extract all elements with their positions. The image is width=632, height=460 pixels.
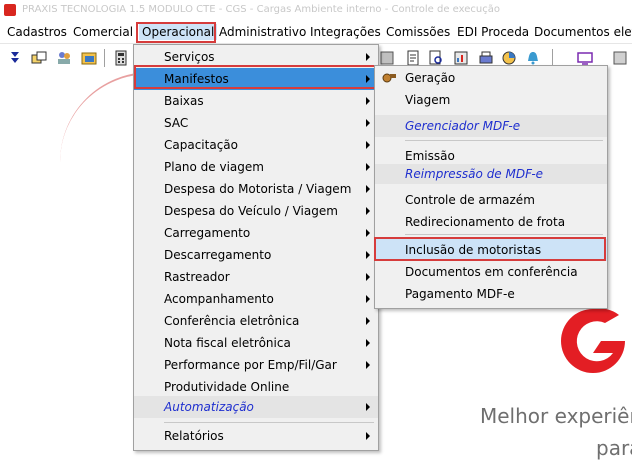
chevron-right-icon xyxy=(366,207,370,215)
menu-separator xyxy=(164,422,374,423)
menu-edi-proceda[interactable]: EDI Proceda xyxy=(457,24,529,40)
chevron-right-icon xyxy=(366,141,370,149)
menu-item-manifestos[interactable]: Manifestos xyxy=(134,68,378,90)
menu-item-automatizacao[interactable]: Automatização xyxy=(134,396,378,418)
chevron-right-icon xyxy=(366,251,370,259)
menu-administrativo[interactable]: Administrativo xyxy=(219,24,306,40)
chevron-right-icon xyxy=(366,273,370,281)
menu-cadastros[interactable]: Cadastros xyxy=(7,24,67,40)
submenu-item-inclusao-motoristas[interactable]: Inclusão de motoristas xyxy=(375,239,607,261)
toolbar-separator xyxy=(104,49,105,67)
chevron-right-icon xyxy=(366,163,370,171)
operacional-menu: Serviços Manifestos Baixas SAC Capacitaç… xyxy=(133,44,379,451)
menu-item-acompanhamento[interactable]: Acompanhamento xyxy=(134,288,378,310)
menu-item-despesa-motorista[interactable]: Despesa do Motorista / Viagem xyxy=(134,178,378,200)
menu-integracoes[interactable]: Integrações xyxy=(310,24,381,40)
menu-comissoes[interactable]: Comissões xyxy=(386,24,450,40)
menu-item-produtividade-online[interactable]: Produtividade Online xyxy=(134,376,378,398)
menu-item-servicos[interactable]: Serviços xyxy=(134,46,378,68)
submenu-separator xyxy=(405,140,603,141)
submenu-separator-2 xyxy=(405,234,603,235)
brand-logo xyxy=(561,308,625,373)
chevron-right-icon xyxy=(366,75,370,83)
app-icon xyxy=(4,4,16,16)
chevron-right-icon xyxy=(366,361,370,369)
menu-comercial[interactable]: Comercial xyxy=(73,24,133,40)
brand-tagline-line2: para xyxy=(596,436,632,460)
menu-item-conferencia-eletronica[interactable]: Conferência eletrônica xyxy=(134,310,378,332)
menu-bar: Cadastros Comercial Operacional Administ… xyxy=(0,21,632,44)
submenu-item-gerenciador-mdfe[interactable]: Gerenciador MDF-e xyxy=(375,115,607,137)
menu-item-relatorios[interactable]: Relatórios xyxy=(134,425,378,447)
menu-item-sac[interactable]: SAC xyxy=(134,112,378,134)
menu-operacional[interactable]: Operacional xyxy=(139,24,218,40)
submenu-item-documentos-conferencia[interactable]: Documentos em conferência xyxy=(375,261,607,283)
chevron-right-icon xyxy=(366,185,370,193)
submenu-item-pagamento-mdfe[interactable]: Pagamento MDF-e xyxy=(375,283,607,305)
menu-item-rastreador[interactable]: Rastreador xyxy=(134,266,378,288)
chevron-right-icon xyxy=(366,119,370,127)
chevron-right-icon xyxy=(366,295,370,303)
submenu-item-redirecionamento-frota[interactable]: Redirecionamento de frota xyxy=(375,211,607,233)
submenu-item-controle-armazem[interactable]: Controle de armazém xyxy=(375,189,607,211)
chevron-right-icon xyxy=(366,53,370,61)
network-icon[interactable] xyxy=(611,49,629,67)
menu-item-baixas[interactable]: Baixas xyxy=(134,90,378,112)
submenu-item-geracao[interactable]: Geração xyxy=(375,67,607,89)
menu-item-nota-fiscal[interactable]: Nota fiscal eletrônica xyxy=(134,332,378,354)
menu-item-plano-de-viagem[interactable]: Plano de viagem xyxy=(134,156,378,178)
title-bar: PRAXIS TECNOLOGIA 1.5 MODULO CTE - CGS -… xyxy=(0,0,632,20)
chevron-right-icon xyxy=(366,432,370,440)
chevron-right-icon xyxy=(366,403,370,411)
folder-icon[interactable] xyxy=(80,49,98,67)
chevron-right-icon xyxy=(366,97,370,105)
menu-item-capacitacao[interactable]: Capacitação xyxy=(134,134,378,156)
exchange-icon[interactable] xyxy=(30,49,48,67)
brand-tagline-line1: Melhor experiên xyxy=(480,404,632,428)
menu-item-carregamento[interactable]: Carregamento xyxy=(134,222,378,244)
chevron-right-icon xyxy=(366,317,370,325)
users-icon[interactable] xyxy=(55,49,73,67)
manifestos-submenu: Geração Viagem Gerenciador MDF-e Emissão… xyxy=(374,65,608,309)
calculator-icon[interactable] xyxy=(112,49,130,67)
menu-item-performance[interactable]: Performance por Emp/Fil/Gar xyxy=(134,354,378,376)
gear-tool-icon xyxy=(382,73,396,83)
menu-item-despesa-veiculo[interactable]: Despesa do Veículo / Viagem xyxy=(134,200,378,222)
submenu-item-reimpressao-mdfe[interactable]: Reimpressão de MDF-e xyxy=(375,164,607,184)
chevron-right-icon xyxy=(366,339,370,347)
menu-documentos-eletronicos[interactable]: Documentos eletr xyxy=(534,24,632,40)
arrow-down-icon[interactable] xyxy=(6,49,24,67)
menu-item-descarregamento[interactable]: Descarregamento xyxy=(134,244,378,266)
submenu-item-viagem[interactable]: Viagem xyxy=(375,89,607,111)
chevron-right-icon xyxy=(366,229,370,237)
window-title: PRAXIS TECNOLOGIA 1.5 MODULO CTE - CGS -… xyxy=(22,4,500,15)
